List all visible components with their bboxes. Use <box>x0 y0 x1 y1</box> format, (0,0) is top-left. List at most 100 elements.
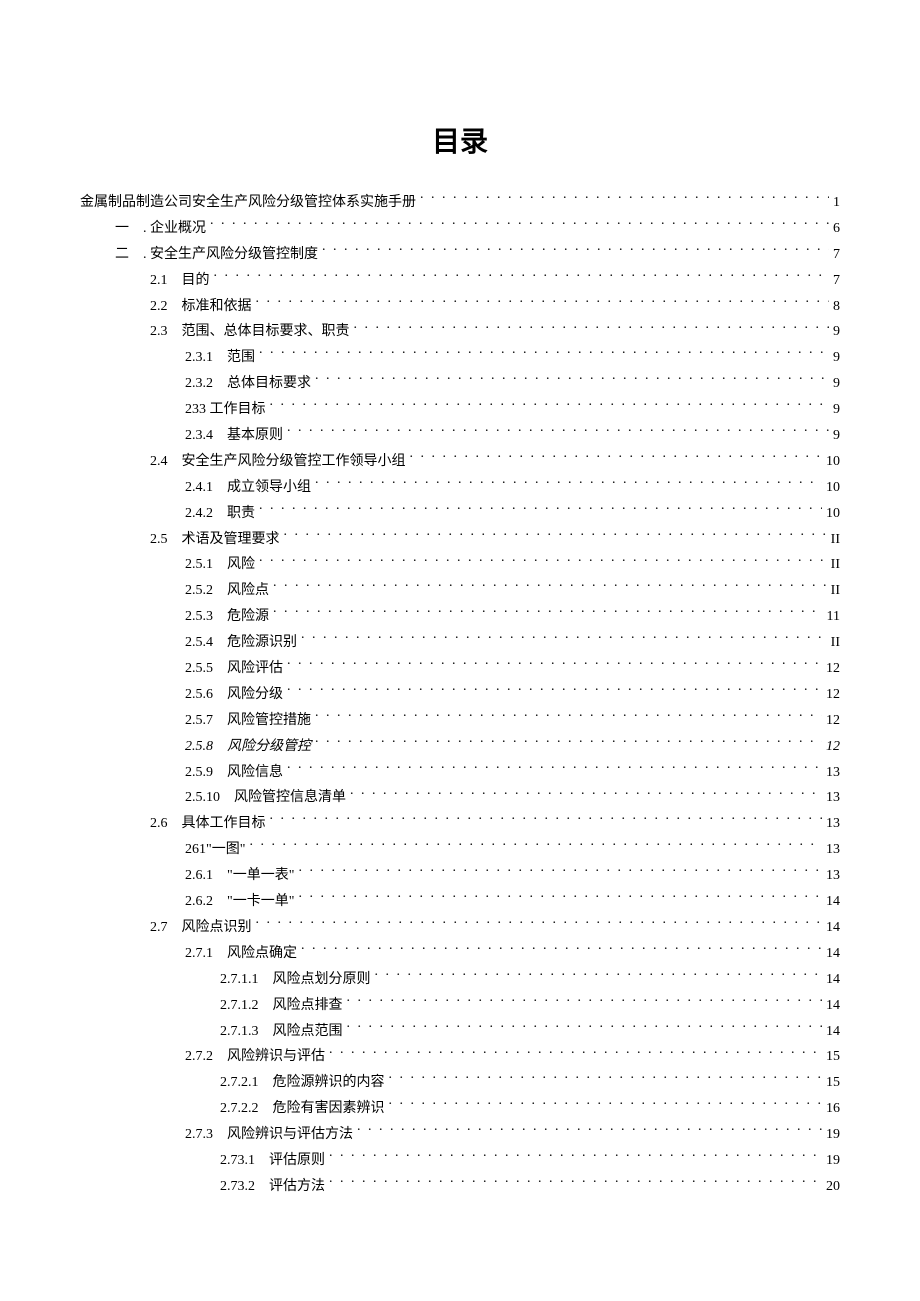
toc-entry: 2.3 范围、总体目标要求、职责 9 <box>80 319 840 345</box>
toc-page-number: 14 <box>826 915 840 941</box>
toc-entry: 2.4 安全生产风险分级管控工作领导小组10 <box>80 449 840 475</box>
toc-page-number: 16 <box>826 1096 840 1122</box>
toc-entry: 2.7.1 风险点确定 14 <box>80 941 840 967</box>
toc-leader-dots <box>273 606 823 620</box>
toc-entry: 2.3.4 基本原则9 <box>80 423 840 449</box>
toc-page-number: 9 <box>833 345 840 371</box>
toc-leader-dots <box>270 399 830 413</box>
toc-leader-dots <box>410 451 823 465</box>
toc-leader-dots <box>287 425 829 439</box>
toc-label: 2.5.10 风险管控信息清单 <box>185 785 346 811</box>
toc-leader-dots <box>298 891 822 905</box>
toc-page-number: 10 <box>826 475 840 501</box>
toc-page-number: 11 <box>827 604 840 630</box>
toc-page-number: 19 <box>826 1148 840 1174</box>
toc-label: 2.7.2.1 危险源辨识的内容 <box>220 1070 385 1096</box>
toc-entry: 2.5.1 风险 II <box>80 552 840 578</box>
toc-page-number: II <box>831 552 840 578</box>
toc-label: 二 . 安全生产风险分级管控制度 <box>115 242 318 268</box>
toc-leader-dots <box>354 321 830 335</box>
toc-leader-dots <box>389 1098 823 1112</box>
toc-entry: 2.5.8 风险分级管控12 <box>80 734 840 760</box>
toc-entry: 2.73.2 评估方法20 <box>80 1174 840 1200</box>
toc-entry: 2.3.1 范围 9 <box>80 345 840 371</box>
toc-entry: 2.4.1 成立领导小组 10 <box>80 475 840 501</box>
toc-page-number: 6 <box>833 216 840 242</box>
toc-entry: 261"一图" 13 <box>80 837 840 863</box>
toc-page-number: 14 <box>826 967 840 993</box>
toc-label: 2.73.1 评估原则 <box>220 1148 325 1174</box>
toc-leader-dots <box>347 995 823 1009</box>
toc-page-number: II <box>831 630 840 656</box>
toc-entry: 2.7.2.1 危险源辨识的内容 15 <box>80 1070 840 1096</box>
toc-entry: 2.5 术语及管理要求II <box>80 527 840 553</box>
toc-page-number: II <box>831 578 840 604</box>
toc-leader-dots <box>214 270 830 284</box>
toc-leader-dots <box>375 969 823 983</box>
toc-leader-dots <box>315 710 822 724</box>
toc-page-number: 12 <box>826 656 840 682</box>
toc-label: 2.5.5 风险评估 <box>185 656 283 682</box>
toc-entry: 2.3.2 总体目标要求9 <box>80 371 840 397</box>
toc-page-number: II <box>831 527 840 553</box>
toc-entry: 2.2 标准和依据8 <box>80 294 840 320</box>
toc-entry: 2.6 具体工作目标13 <box>80 811 840 837</box>
toc-entry: 金属制品制造公司安全生产风险分级管控体系实施手册 1 <box>80 190 840 216</box>
toc-entry: 2.7.1.3 风险点范围14 <box>80 1019 840 1045</box>
toc-label: 2.4.1 成立领导小组 <box>185 475 311 501</box>
toc-entry: 233 工作目标9 <box>80 397 840 423</box>
toc-page-number: 1 <box>833 190 840 216</box>
toc-leader-dots <box>287 658 822 672</box>
toc-leader-dots <box>389 1072 823 1086</box>
toc-label: 2.5.4 危险源识别 <box>185 630 297 656</box>
toc-page-number: 15 <box>826 1070 840 1096</box>
toc-leader-dots <box>287 684 822 698</box>
toc-label: 2.7.3 风险辨识与评估方法 <box>185 1122 353 1148</box>
toc-page-number: 13 <box>826 785 840 811</box>
toc-label: 2.7.1 风险点确定 <box>185 941 297 967</box>
toc-page-number: 13 <box>826 837 840 863</box>
toc-label: 2.7.1.1 风险点划分原则 <box>220 967 371 993</box>
toc-page-number: 20 <box>826 1174 840 1200</box>
toc-page-number: 12 <box>826 708 840 734</box>
toc-entry: 2.1 目的7 <box>80 268 840 294</box>
toc-label: 金属制品制造公司安全生产风险分级管控体系实施手册 <box>80 190 416 216</box>
toc-label: 2.2 标准和依据 <box>150 294 252 320</box>
toc-page-number: 7 <box>833 268 840 294</box>
toc-label: 261"一图" <box>185 837 245 863</box>
toc-label: 2.3.1 范围 <box>185 345 255 371</box>
toc-label: 2.5.9 风险信息 <box>185 760 283 786</box>
toc-leader-dots <box>329 1150 822 1164</box>
toc-leader-dots <box>329 1046 822 1060</box>
toc-page-number: 14 <box>826 1019 840 1045</box>
toc-page-number: 14 <box>826 889 840 915</box>
toc-label: 2.4 安全生产风险分级管控工作领导小组 <box>150 449 406 475</box>
toc-page-number: 9 <box>833 319 840 345</box>
toc-entry: 2.7.2.2 危险有害因素辨识16 <box>80 1096 840 1122</box>
page-title: 目录 <box>80 120 840 160</box>
toc-page-number: 14 <box>826 993 840 1019</box>
toc-entry: 一 . 企业概况6 <box>80 216 840 242</box>
toc-page-number: 9 <box>833 423 840 449</box>
toc-label: 2.3 范围、总体目标要求、职责 <box>150 319 350 345</box>
toc-leader-dots <box>210 218 829 232</box>
toc-leader-dots <box>259 347 829 361</box>
toc-entry: 2.7.1.2 风险点排查14 <box>80 993 840 1019</box>
toc-page-number: 10 <box>826 501 840 527</box>
toc-page-number: 14 <box>826 941 840 967</box>
toc-entry: 2.5.5 风险评估 12 <box>80 656 840 682</box>
toc-page-number: 7 <box>833 242 840 268</box>
toc-label: 2.4.2 职责 <box>185 501 255 527</box>
toc-page-number: 13 <box>826 760 840 786</box>
toc-entry: 2.7.1.1 风险点划分原则 14 <box>80 967 840 993</box>
toc-label: 233 工作目标 <box>185 397 266 423</box>
table-of-contents: 金属制品制造公司安全生产风险分级管控体系实施手册 1一 . 企业概况6二 . 安全… <box>80 190 840 1200</box>
toc-entry: 2.7.3 风险辨识与评估方法19 <box>80 1122 840 1148</box>
toc-leader-dots <box>270 813 823 827</box>
toc-label: 2.5.8 风险分级管控 <box>185 734 311 760</box>
toc-leader-dots <box>322 244 829 258</box>
toc-leader-dots <box>315 477 822 491</box>
toc-entry: 2.5.2 风险点II <box>80 578 840 604</box>
toc-label: 2.5.1 风险 <box>185 552 255 578</box>
toc-leader-dots <box>259 503 822 517</box>
